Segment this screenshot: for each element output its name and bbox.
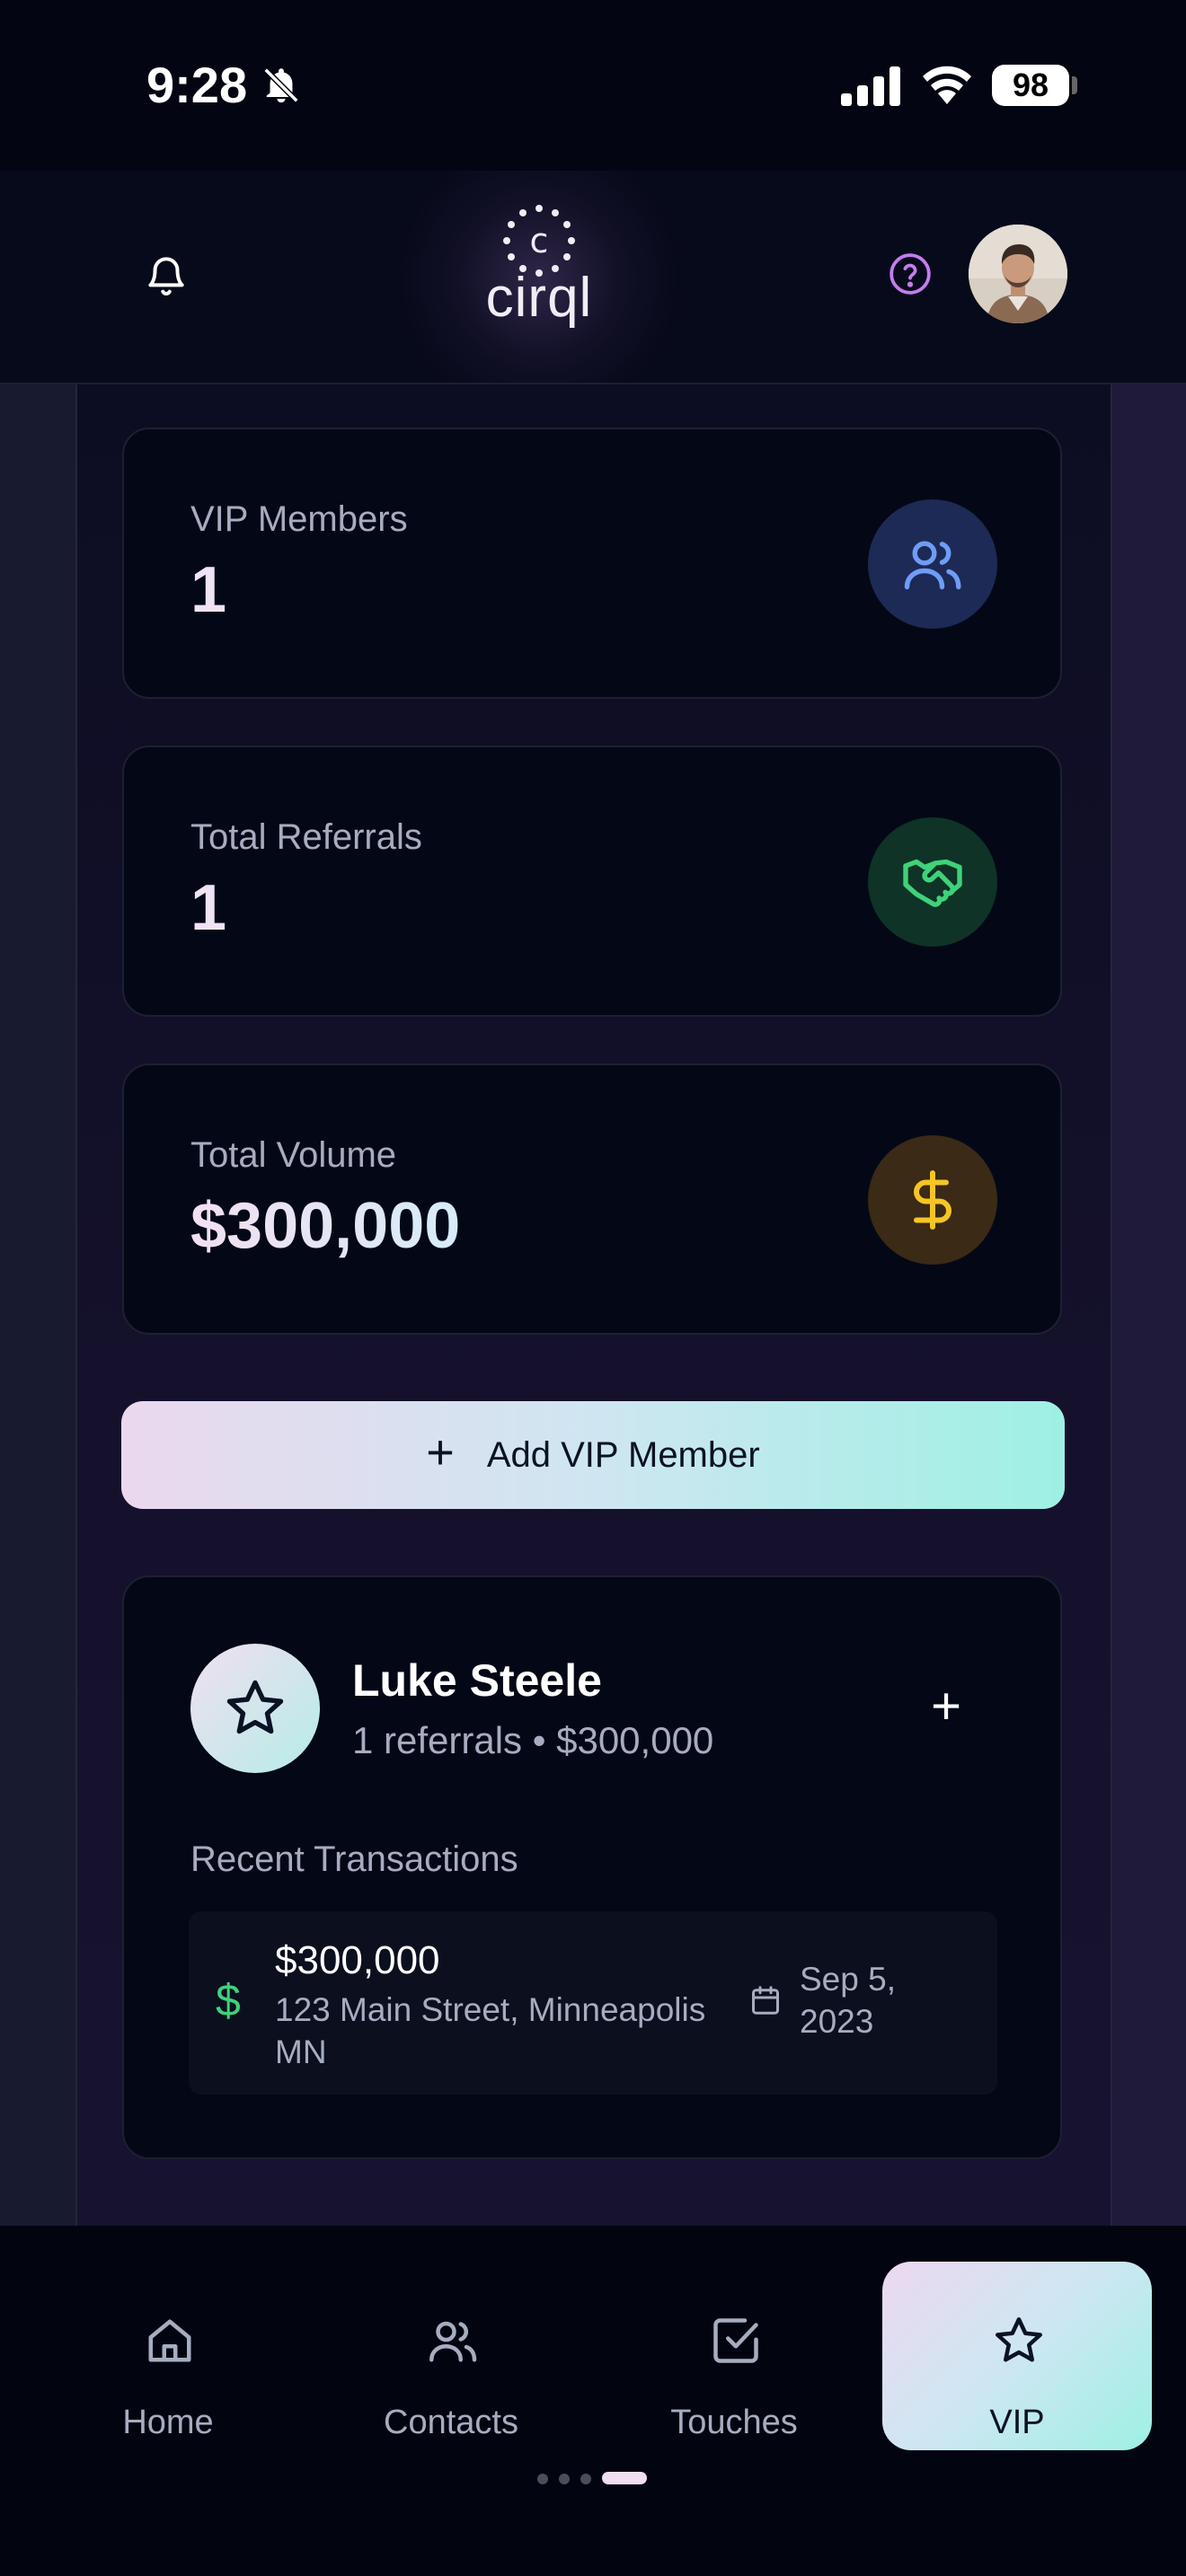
- status-time: 9:28: [146, 57, 248, 113]
- tab-label: Contacts: [384, 2404, 518, 2441]
- recent-transactions-heading: Recent Transactions: [190, 1839, 518, 1879]
- contacts-icon: [429, 2321, 477, 2362]
- stat-card-vip-members: VIP Members 1: [122, 428, 1062, 699]
- star-icon: [226, 1680, 284, 1734]
- stat-icon-container: [868, 499, 997, 629]
- stat-label: VIP Members: [190, 499, 408, 539]
- tab-contacts[interactable]: Contacts: [316, 2262, 586, 2450]
- checkbox-icon: [713, 2318, 758, 2363]
- cirql-logo: c cirql: [467, 205, 611, 340]
- battery-tip: [1072, 76, 1077, 94]
- transaction-row[interactable]: $ $300,000 123 Main Street, Minneapolis …: [189, 1911, 997, 2095]
- battery-indicator: 98: [992, 65, 1069, 106]
- add-referral-button[interactable]: +: [915, 1678, 978, 1741]
- logo-letter: c: [530, 221, 549, 260]
- transaction-date: Sep 5, 2023: [800, 1961, 896, 2040]
- users-icon: [904, 541, 961, 590]
- profile-photo: [969, 225, 1067, 323]
- member-name: Luke Steele: [352, 1655, 602, 1706]
- tab-label: Home: [122, 2404, 214, 2441]
- page-indicator: [537, 2470, 649, 2484]
- stat-label: Total Volume: [190, 1135, 397, 1175]
- cellular-signal-icon: [841, 66, 900, 106]
- status-bar: 9:28 98: [0, 0, 1186, 171]
- stat-icon-container: [868, 1135, 997, 1265]
- stat-card-total-volume: Total Volume $300,000: [122, 1063, 1062, 1335]
- dollar-icon: [914, 1170, 951, 1230]
- stat-value: 1: [190, 872, 227, 944]
- add-vip-member-button[interactable]: + Add VIP Member: [121, 1401, 1065, 1509]
- tab-label: VIP: [989, 2404, 1045, 2441]
- home-icon: [148, 2319, 191, 2362]
- bottom-tab-bar: Home Contacts Touches VIP: [0, 2226, 1186, 2576]
- help-icon[interactable]: [888, 251, 933, 296]
- stat-value: $300,000: [190, 1190, 461, 1262]
- calendar-icon: [752, 1986, 779, 2015]
- stat-label: Total Referrals: [190, 817, 422, 857]
- transaction-address: 123 Main Street, Minneapolis MN: [275, 1991, 706, 2070]
- member-avatar: [190, 1644, 320, 1773]
- page-dot-active: [602, 2472, 647, 2484]
- wifi-icon: [923, 66, 971, 104]
- member-summary: 1 referrals • $300,000: [352, 1719, 714, 1761]
- add-vip-member-label: Add VIP Member: [486, 1434, 760, 1475]
- profile-avatar[interactable]: [969, 225, 1067, 323]
- stat-card-total-referrals: Total Referrals 1: [122, 745, 1062, 1017]
- dollar-icon: $: [216, 1975, 241, 2025]
- stat-value: 1: [190, 554, 227, 626]
- logo-text: cirql: [485, 267, 593, 329]
- bell-off-icon: [263, 67, 299, 103]
- page-dot: [537, 2474, 548, 2484]
- tab-label: Touches: [670, 2404, 798, 2441]
- star-icon: [996, 2317, 1042, 2362]
- tab-vip[interactable]: VIP: [882, 2262, 1152, 2450]
- page-dot: [580, 2474, 591, 2484]
- plus-icon: +: [426, 1425, 455, 1479]
- tab-touches[interactable]: Touches: [599, 2262, 869, 2450]
- stat-icon-container: [868, 817, 997, 947]
- vip-member-card[interactable]: Luke Steele 1 referrals • $300,000 + Rec…: [122, 1575, 1062, 2159]
- transaction-amount: $300,000: [275, 1938, 440, 1982]
- handshake-icon: [903, 859, 962, 907]
- notification-bell-icon[interactable]: [144, 251, 189, 300]
- tab-home[interactable]: Home: [33, 2262, 303, 2450]
- page-dot: [559, 2474, 570, 2484]
